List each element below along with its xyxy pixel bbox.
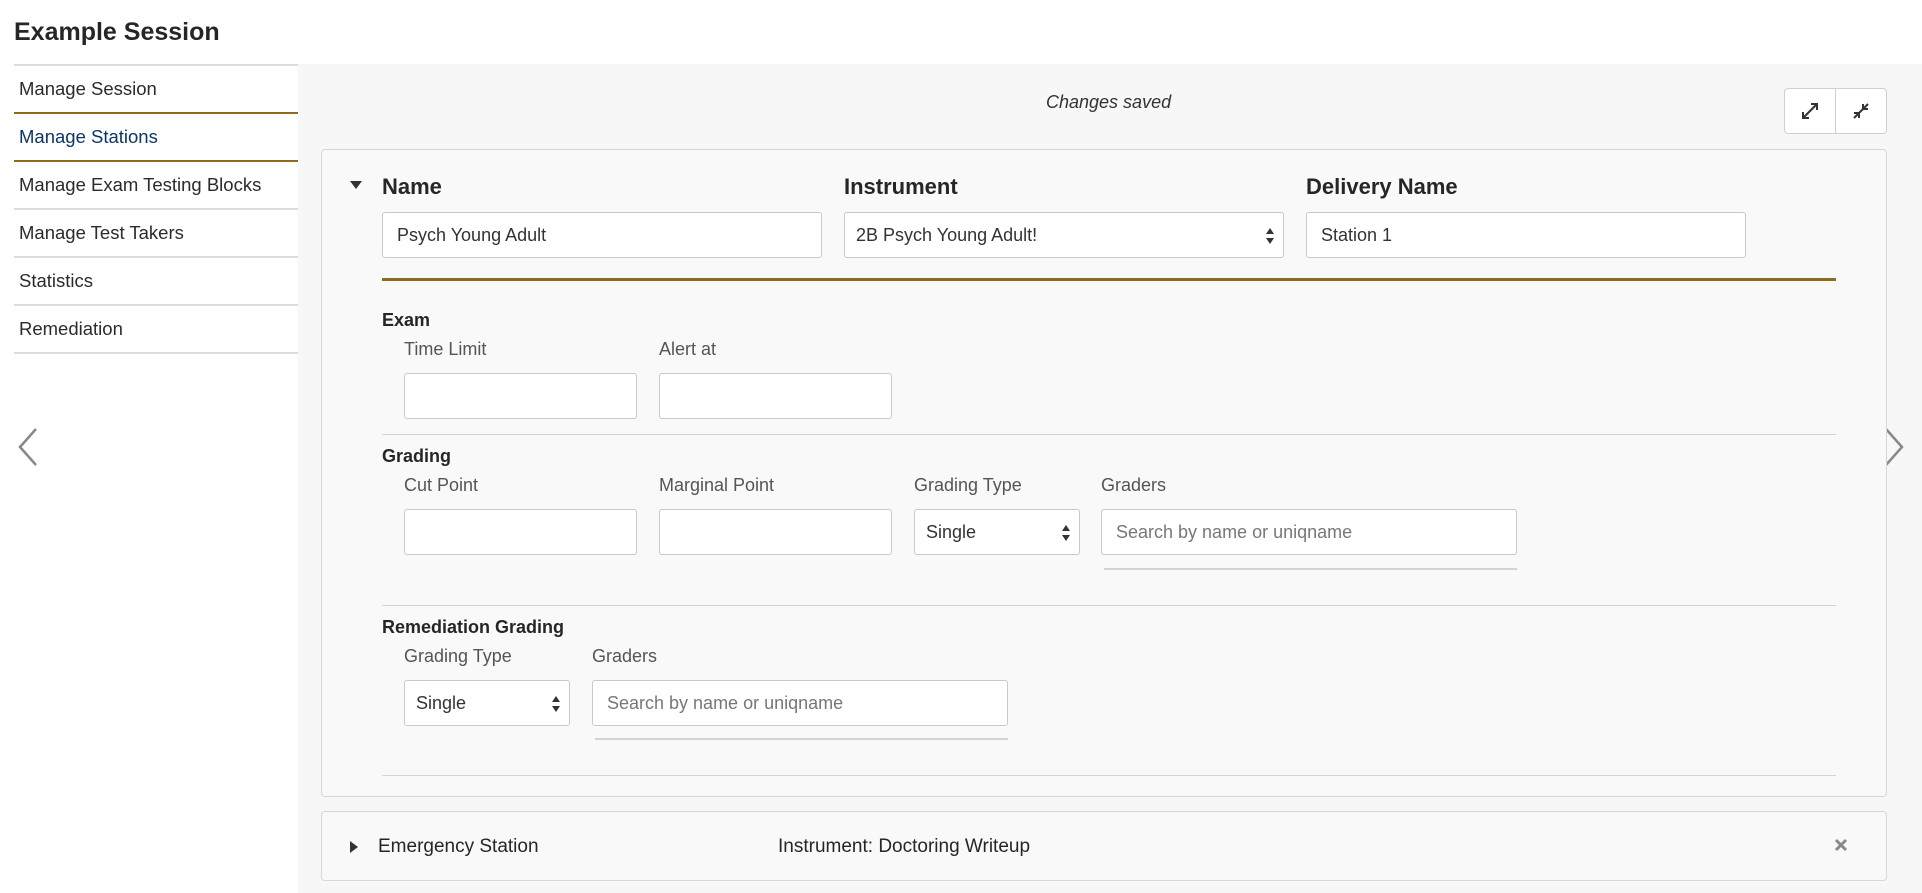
grading-type-select[interactable]: Single xyxy=(914,509,1080,555)
graders-label: Graders xyxy=(1101,475,1167,495)
grading-section-title: Grading xyxy=(382,446,452,466)
expand-collapse-group xyxy=(1784,88,1887,134)
name-label: Name xyxy=(382,174,442,199)
collapse-icon xyxy=(1853,103,1869,119)
expand-icon xyxy=(1802,103,1818,119)
grading-type-value: Single xyxy=(926,521,977,542)
save-status: Changes saved xyxy=(1046,92,1172,112)
section-divider xyxy=(382,775,1836,776)
instrument-select[interactable]: 2B Psych Young Adult! xyxy=(844,212,1284,258)
delivery-name-label: Delivery Name xyxy=(1306,174,1458,199)
marginal-point-label: Marginal Point xyxy=(659,475,775,495)
exam-section-title: Exam xyxy=(382,310,431,330)
marginal-point-input[interactable] xyxy=(659,509,892,555)
remediation-graders-list-divider xyxy=(595,738,1008,740)
remediation-grading-type-label: Grading Type xyxy=(404,646,512,666)
station-row-emergency[interactable]: Emergency Station Instrument: Doctoring … xyxy=(321,811,1887,881)
header-divider xyxy=(382,278,1836,281)
sidebar-item-manage-exam-testing-blocks[interactable]: Manage Exam Testing Blocks xyxy=(14,162,298,210)
expand-all-button[interactable] xyxy=(1785,89,1835,133)
sidebar-item-remediation[interactable]: Remediation xyxy=(14,306,298,354)
graders-search-input[interactable] xyxy=(1101,509,1517,555)
sidebar-item-label: Manage Session xyxy=(19,78,157,99)
select-arrows-icon xyxy=(1266,228,1274,244)
sidebar-item-label: Remediation xyxy=(19,318,123,339)
sidebar-item-manage-session[interactable]: Manage Session xyxy=(14,66,298,114)
sidebar-item-label: Manage Test Takers xyxy=(19,222,184,243)
caret-down-icon[interactable] xyxy=(349,180,363,190)
delivery-name-input[interactable] xyxy=(1306,212,1746,258)
collapse-all-button[interactable] xyxy=(1835,89,1886,133)
remediation-section-title: Remediation Grading xyxy=(382,617,565,637)
select-arrows-icon xyxy=(552,696,560,712)
instrument-label: Instrument xyxy=(844,174,958,199)
remediation-grading-type-value: Single xyxy=(416,692,467,713)
remediation-grading-type-select[interactable]: Single xyxy=(404,680,570,726)
page-title: Example Session xyxy=(14,18,220,46)
sidebar-item-label: Manage Exam Testing Blocks xyxy=(19,174,262,195)
sidebar-item-manage-test-takers[interactable]: Manage Test Takers xyxy=(14,210,298,258)
caret-right-icon[interactable] xyxy=(349,840,359,854)
section-divider xyxy=(382,605,1836,606)
cut-point-label: Cut Point xyxy=(404,475,479,495)
grading-type-label: Grading Type xyxy=(914,475,1022,495)
section-divider xyxy=(382,434,1836,435)
cut-point-input[interactable] xyxy=(404,509,637,555)
alert-at-label: Alert at xyxy=(659,339,717,359)
select-arrows-icon xyxy=(1062,525,1070,541)
previous-arrow-icon[interactable] xyxy=(16,425,40,469)
alert-at-input[interactable] xyxy=(659,373,892,419)
sidebar-item-label: Manage Stations xyxy=(19,126,158,147)
remediation-graders-search-input[interactable] xyxy=(592,680,1008,726)
instrument-select-value: 2B Psych Young Adult! xyxy=(856,224,1038,245)
sidebar-nav: Manage Session Manage Stations Manage Ex… xyxy=(14,64,298,354)
sidebar-item-label: Statistics xyxy=(19,270,94,291)
station-row-instrument: Instrument: Doctoring Writeup xyxy=(778,836,1031,857)
sidebar-item-statistics[interactable]: Statistics xyxy=(14,258,298,306)
station-name-input[interactable] xyxy=(382,212,822,258)
time-limit-label: Time Limit xyxy=(404,339,487,359)
sidebar-item-manage-stations[interactable]: Manage Stations xyxy=(14,112,298,162)
close-icon[interactable] xyxy=(1834,838,1848,852)
station-row-name: Emergency Station xyxy=(378,836,539,857)
remediation-graders-label: Graders xyxy=(592,646,658,666)
station-panel: Name Instrument 2B Psych Young Adult! De… xyxy=(321,149,1887,797)
graders-list-divider xyxy=(1104,568,1517,570)
time-limit-input[interactable] xyxy=(404,373,637,419)
